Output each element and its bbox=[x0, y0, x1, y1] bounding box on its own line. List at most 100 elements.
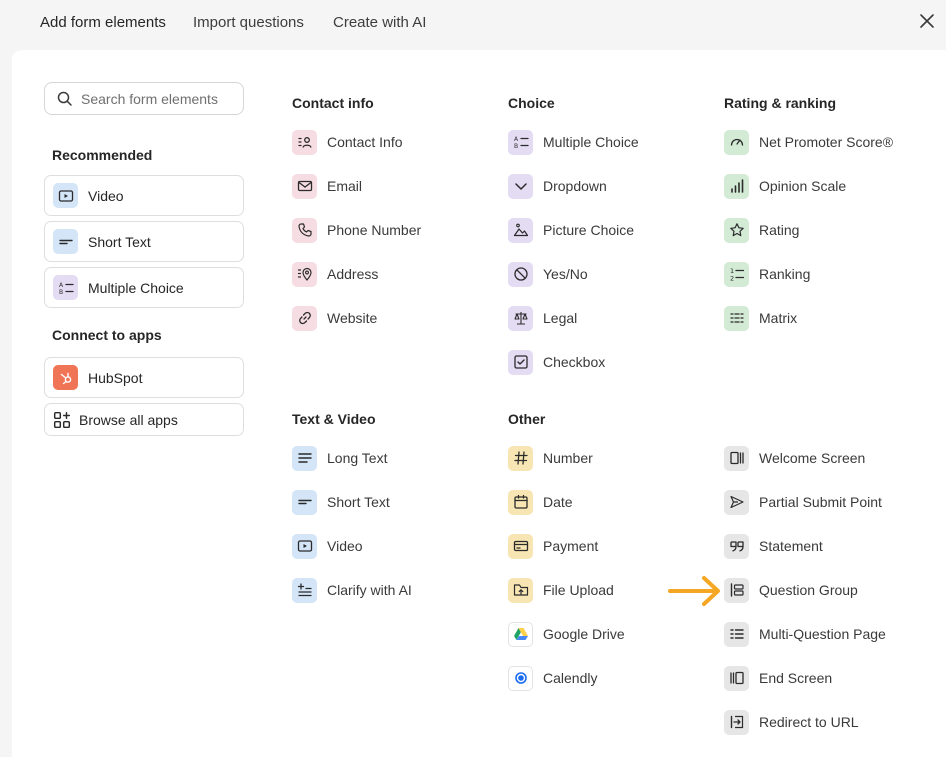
search-input[interactable] bbox=[81, 90, 231, 107]
item-dropdown[interactable]: Dropdown bbox=[508, 173, 607, 199]
item-label: File Upload bbox=[543, 582, 614, 598]
item-label: Statement bbox=[759, 538, 823, 554]
item-label: Redirect to URL bbox=[759, 714, 859, 730]
item-label: Multiple Choice bbox=[543, 134, 639, 150]
item-label: Matrix bbox=[759, 310, 798, 326]
item-ranking[interactable]: 12 Ranking bbox=[724, 261, 810, 287]
svg-text:2: 2 bbox=[730, 275, 734, 283]
item-label: Short Text bbox=[327, 494, 390, 510]
multiple-choice-icon: AB bbox=[508, 129, 533, 155]
item-opinion-scale[interactable]: Opinion Scale bbox=[724, 173, 846, 199]
picture-icon bbox=[508, 217, 533, 243]
mail-icon bbox=[292, 173, 317, 199]
item-welcome-screen[interactable]: Welcome Screen bbox=[724, 445, 865, 471]
item-date[interactable]: Date bbox=[508, 489, 573, 515]
item-partial-submit-point[interactable]: Partial Submit Point bbox=[724, 489, 882, 515]
item-rating[interactable]: Rating bbox=[724, 217, 799, 243]
item-label: Legal bbox=[543, 310, 578, 326]
item-address[interactable]: Address bbox=[292, 261, 378, 287]
tab-import-questions[interactable]: Import questions bbox=[193, 14, 304, 31]
phone-icon bbox=[292, 217, 317, 243]
checkbox-icon bbox=[508, 349, 533, 375]
calendar-icon bbox=[508, 489, 533, 515]
item-calendly[interactable]: Calendly bbox=[508, 665, 597, 691]
apps-grid-icon bbox=[53, 411, 71, 428]
item-legal[interactable]: Legal bbox=[508, 305, 577, 331]
item-label: Payment bbox=[543, 538, 599, 554]
rating-ranking-title: Rating & ranking bbox=[724, 95, 837, 111]
item-long-text[interactable]: Long Text bbox=[292, 445, 387, 471]
item-multiple-choice[interactable]: AB Multiple Choice bbox=[508, 129, 639, 155]
multi-question-icon bbox=[724, 621, 749, 647]
search-box[interactable] bbox=[44, 82, 244, 115]
folder-upload-icon bbox=[508, 577, 533, 603]
recommended-label: Video bbox=[88, 187, 124, 204]
video-icon bbox=[53, 183, 78, 208]
connect-apps-title: Connect to apps bbox=[52, 327, 162, 343]
calendly-icon bbox=[508, 665, 533, 691]
item-label: Calendly bbox=[543, 670, 598, 686]
item-question-group[interactable]: Question Group bbox=[724, 577, 858, 603]
item-video[interactable]: Video bbox=[292, 533, 363, 559]
hash-icon bbox=[508, 445, 533, 471]
item-checkbox[interactable]: Checkbox bbox=[508, 349, 605, 375]
top-bar: Add form elements Import questions Creat… bbox=[0, 0, 946, 48]
item-payment[interactable]: Payment bbox=[508, 533, 598, 559]
recommended-title: Recommended bbox=[52, 147, 153, 163]
quote-icon bbox=[724, 533, 749, 559]
item-label: Net Promoter Score® bbox=[759, 134, 894, 150]
item-website[interactable]: Website bbox=[292, 305, 377, 331]
video-icon bbox=[292, 533, 317, 559]
item-label: Video bbox=[327, 538, 363, 554]
item-label: Email bbox=[327, 178, 363, 194]
item-multi-question-page[interactable]: Multi-Question Page bbox=[724, 621, 886, 647]
recommended-video[interactable]: Video bbox=[44, 175, 244, 216]
item-short-text[interactable]: Short Text bbox=[292, 489, 390, 515]
send-icon bbox=[724, 489, 749, 515]
item-statement[interactable]: Statement bbox=[724, 533, 823, 559]
short-text-icon bbox=[292, 489, 317, 515]
item-redirect-to-url[interactable]: Redirect to URL bbox=[724, 709, 859, 735]
item-google-drive[interactable]: Google Drive bbox=[508, 621, 625, 647]
item-label: Google Drive bbox=[543, 626, 625, 642]
item-label: Checkbox bbox=[543, 354, 606, 370]
choice-title: Choice bbox=[508, 95, 555, 111]
item-email[interactable]: Email bbox=[292, 173, 362, 199]
item-number[interactable]: Number bbox=[508, 445, 593, 471]
browse-all-apps[interactable]: Browse all apps bbox=[44, 403, 244, 436]
item-label: Multi-Question Page bbox=[759, 626, 886, 642]
item-label: Date bbox=[543, 494, 573, 510]
hubspot-icon bbox=[53, 365, 78, 390]
link-icon bbox=[292, 305, 317, 331]
recommended-short-text[interactable]: Short Text bbox=[44, 221, 244, 262]
close-icon[interactable] bbox=[918, 12, 936, 30]
question-group-icon bbox=[724, 577, 749, 603]
app-label: Browse all apps bbox=[79, 411, 178, 428]
item-end-screen[interactable]: End Screen bbox=[724, 665, 832, 691]
item-label: Yes/No bbox=[543, 266, 588, 282]
bar-chart-icon bbox=[724, 173, 749, 199]
tab-add-form-elements[interactable]: Add form elements bbox=[40, 14, 166, 31]
item-label: Contact Info bbox=[327, 134, 403, 150]
item-label: Question Group bbox=[759, 582, 858, 598]
item-matrix[interactable]: Matrix bbox=[724, 305, 797, 331]
item-yes-no[interactable]: Yes/No bbox=[508, 261, 588, 287]
scales-icon bbox=[508, 305, 533, 331]
item-clarify-with-ai[interactable]: Clarify with AI bbox=[292, 577, 412, 603]
item-label: Rating bbox=[759, 222, 800, 238]
tab-create-with-ai[interactable]: Create with AI bbox=[333, 14, 426, 31]
recommended-multiple-choice[interactable]: AB Multiple Choice bbox=[44, 267, 244, 308]
item-file-upload[interactable]: File Upload bbox=[508, 577, 614, 603]
svg-text:A: A bbox=[59, 282, 64, 289]
recommended-label: Short Text bbox=[88, 233, 151, 250]
credit-card-icon bbox=[508, 533, 533, 559]
item-contact-info[interactable]: Contact Info bbox=[292, 129, 403, 155]
item-net-promoter-score[interactable]: Net Promoter Score® bbox=[724, 129, 893, 155]
item-phone-number[interactable]: Phone Number bbox=[292, 217, 421, 243]
gauge-icon bbox=[724, 129, 749, 155]
app-hubspot[interactable]: HubSpot bbox=[44, 357, 244, 398]
item-picture-choice[interactable]: Picture Choice bbox=[508, 217, 634, 243]
yes-no-icon bbox=[508, 261, 533, 287]
search-icon bbox=[57, 91, 72, 106]
location-pin-icon bbox=[292, 261, 317, 287]
